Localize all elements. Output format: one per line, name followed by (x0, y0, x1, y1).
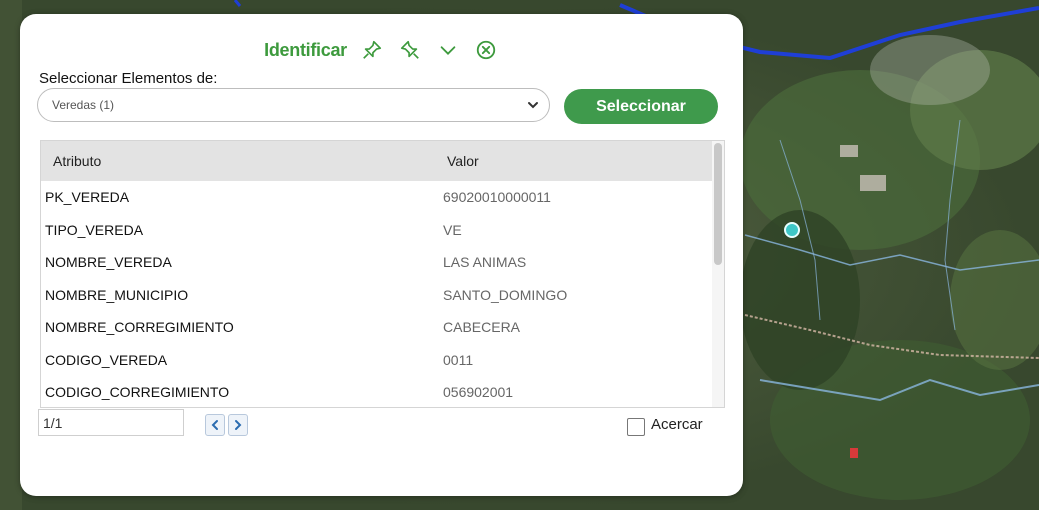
table-row: NOMBRE_CORREGIMIENTO CABECERA (41, 311, 724, 344)
table-row: CODIGO_VEREDA 0011 (41, 344, 724, 377)
row-value: CABECERA (443, 319, 521, 336)
header-value: Valor (447, 153, 479, 169)
row-attribute: TIPO_VEREDA (45, 221, 144, 238)
scrollbar-thumb[interactable] (714, 143, 722, 265)
next-page-button[interactable] (228, 414, 248, 436)
page-indicator-input[interactable]: 1/1 (38, 409, 184, 436)
row-value: VE (443, 221, 462, 238)
chevron-down-icon[interactable] (435, 37, 461, 63)
chevron-left-icon (211, 420, 218, 430)
table-row: PK_VEREDA 69020010000011 (41, 181, 724, 214)
select-elements-label: Seleccionar Elementos de: (39, 70, 218, 87)
row-attribute: CODIGO_VEREDA (45, 351, 168, 368)
row-attribute: NOMBRE_VEREDA (45, 254, 172, 271)
attributes-table: Atributo Valor PK_VEREDA 69020010000011 … (40, 140, 725, 408)
row-attribute: CODIGO_CORREGIMIENTO (45, 384, 230, 401)
row-attribute: PK_VEREDA (45, 189, 130, 206)
row-value: LAS ANIMAS (443, 254, 527, 271)
zoom-checkbox[interactable] (627, 418, 645, 436)
row-attribute: NOMBRE_CORREGIMIENTO (45, 319, 234, 336)
row-value: 69020010000011 (443, 189, 551, 206)
table-row: NOMBRE_VEREDA LAS ANIMAS (41, 246, 724, 279)
chevron-down-icon (528, 102, 538, 109)
table-row: NOMBRE_MUNICIPIO SANTO_DOMINGO (41, 279, 724, 312)
prev-page-button[interactable] (205, 414, 225, 436)
table-header: Atributo Valor (41, 141, 724, 181)
table-row: CODIGO_CORREGIMIENTO 056902001 (41, 376, 724, 407)
close-circle-icon[interactable] (473, 37, 499, 63)
table-scrollbar[interactable] (712, 141, 724, 407)
row-value: 056902001 (443, 384, 514, 401)
table-row: TIPO_VEREDA VE (41, 214, 724, 247)
pin-outline-icon[interactable] (397, 37, 423, 63)
select-button[interactable]: Seleccionar (564, 89, 718, 124)
row-attribute: NOMBRE_MUNICIPIO (45, 286, 189, 303)
panel-header: Identificar (20, 36, 743, 64)
row-value: 0011 (443, 351, 474, 368)
panel-title: Identificar (264, 39, 347, 60)
chevron-right-icon (235, 420, 242, 430)
header-attribute: Atributo (53, 153, 102, 169)
zoom-to-option[interactable]: Acercar (627, 412, 703, 436)
layer-select-value: Veredas (1) (52, 98, 115, 112)
identify-panel: Identificar Seleccionar Elementos de: Ve… (20, 14, 743, 496)
pin-icon[interactable] (359, 37, 385, 63)
zoom-label: Acercar (651, 415, 703, 433)
layer-select[interactable]: Veredas (1) (37, 88, 550, 122)
row-value: SANTO_DOMINGO (443, 286, 568, 303)
